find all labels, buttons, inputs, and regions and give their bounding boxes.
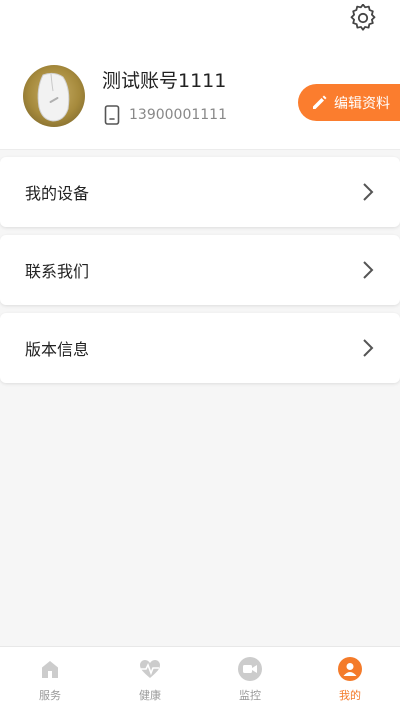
tab-monitor[interactable]: 监控 [200, 647, 300, 711]
phone-row: 13900001111 [104, 103, 227, 127]
phone-number: 13900001111 [129, 107, 227, 123]
menu-item-contact-us[interactable]: 联系我们 [0, 235, 400, 305]
settings-button[interactable] [348, 3, 378, 33]
edit-profile-button[interactable]: 编辑资料 [298, 84, 400, 121]
username: 测试账号1111 [102, 70, 227, 92]
tab-health[interactable]: 健康 [100, 647, 200, 711]
user-icon [338, 657, 362, 681]
tab-service[interactable]: 服务 [0, 647, 100, 711]
menu-item-label: 我的设备 [25, 184, 90, 203]
camera-icon [238, 657, 262, 681]
chevron-right-icon [363, 261, 374, 279]
bottom-tab-bar: 服务 健康 监控 我的 [0, 646, 400, 711]
phone-icon [104, 105, 120, 125]
tab-label: 我的 [339, 689, 361, 702]
tab-label: 监控 [239, 689, 261, 702]
chevron-right-icon [363, 183, 374, 201]
mouse-photo-icon [37, 72, 70, 122]
tab-mine[interactable]: 我的 [300, 647, 400, 711]
home-icon [38, 657, 62, 681]
tab-label: 健康 [139, 689, 161, 702]
menu-item-version-info[interactable]: 版本信息 [0, 313, 400, 383]
pencil-icon [313, 95, 327, 109]
profile-header: 测试账号1111 13900001111 编辑资料 [0, 0, 400, 150]
menu-item-label: 联系我们 [25, 262, 90, 281]
tab-label: 服务 [39, 689, 61, 702]
menu-item-label: 版本信息 [25, 340, 90, 359]
edit-profile-label: 编辑资料 [334, 95, 390, 112]
gear-icon [350, 4, 376, 31]
heartbeat-icon [138, 657, 162, 681]
chevron-right-icon [363, 339, 374, 357]
avatar[interactable] [23, 65, 85, 127]
menu-item-my-devices[interactable]: 我的设备 [0, 157, 400, 227]
